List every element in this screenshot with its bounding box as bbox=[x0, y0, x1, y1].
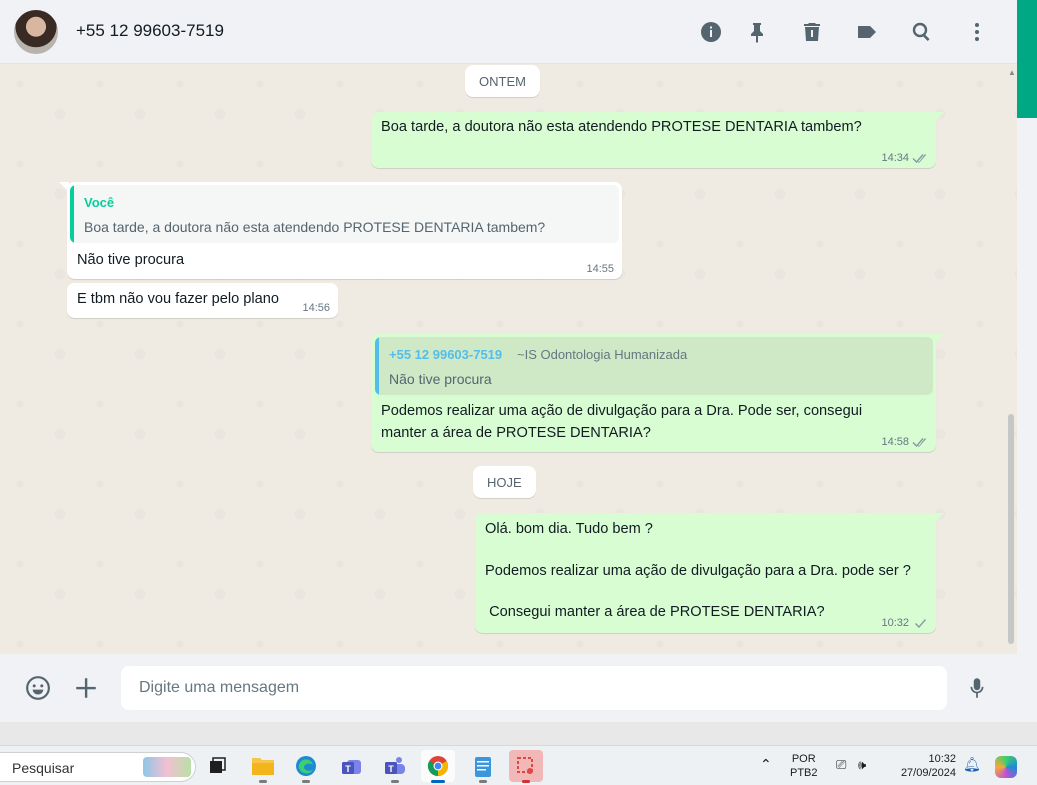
message-text: Olá. bom dia. Tudo bem ? Podemos realiza… bbox=[485, 521, 911, 621]
teams-icon[interactable]: T bbox=[378, 750, 412, 783]
keyboard-layout: PTB2 bbox=[790, 767, 818, 779]
copilot-icon[interactable] bbox=[995, 756, 1017, 778]
plus-icon[interactable] bbox=[70, 672, 102, 704]
network-icon[interactable]: ⎚ bbox=[836, 758, 846, 772]
message-time: 10:32 bbox=[881, 617, 909, 629]
quote-bar bbox=[375, 337, 379, 395]
quoted-message[interactable]: +55 12 99603-7519 ~IS Odontologia Humani… bbox=[375, 337, 933, 395]
message-time: 14:34 bbox=[881, 152, 909, 164]
running-indicator bbox=[302, 780, 310, 783]
single-check-icon bbox=[915, 618, 926, 628]
running-indicator bbox=[391, 780, 399, 783]
svg-text:T: T bbox=[345, 764, 351, 774]
message-meta: 14:34 bbox=[881, 152, 928, 164]
notepad-icon[interactable] bbox=[466, 750, 500, 783]
contact-name[interactable]: +55 12 99603-7519 bbox=[76, 21, 224, 41]
accent-strip bbox=[1017, 0, 1037, 118]
window-side-strip bbox=[1017, 0, 1037, 745]
quote-text: Não tive procura bbox=[389, 371, 492, 387]
svg-text:T: T bbox=[388, 764, 394, 774]
language-code: POR bbox=[791, 753, 816, 765]
scroll-up-arrow[interactable]: ▲ bbox=[1008, 68, 1016, 77]
message-text: Não tive procura bbox=[77, 252, 185, 268]
message-outgoing[interactable]: +55 12 99603-7519 ~IS Odontologia Humani… bbox=[371, 334, 944, 452]
quote-author: +55 12 99603-7519 bbox=[389, 347, 503, 362]
edge-icon[interactable] bbox=[289, 750, 323, 783]
info-icon[interactable] bbox=[695, 16, 727, 48]
message-time: 14:55 bbox=[586, 263, 614, 275]
message-list[interactable]: ▲ ONTEM Boa tarde, a doutora não esta at… bbox=[0, 64, 1017, 654]
quote-text: Boa tarde, a doutora não esta atendendo … bbox=[84, 219, 546, 235]
menu-icon[interactable] bbox=[961, 16, 993, 48]
running-indicator bbox=[479, 780, 487, 783]
message-composer bbox=[0, 654, 1017, 722]
message-input[interactable] bbox=[121, 666, 947, 710]
contact-avatar[interactable] bbox=[14, 10, 58, 54]
running-indicator bbox=[431, 780, 445, 783]
message-text: E tbm não vou fazer pelo plano bbox=[77, 291, 280, 307]
label-icon[interactable] bbox=[851, 16, 883, 48]
message-time: 14:58 bbox=[881, 436, 909, 448]
message-meta: 14:55 bbox=[586, 263, 614, 275]
message-text: Podemos realizar uma ação de divulgação … bbox=[381, 403, 863, 441]
taskbar-search-label: Pesquisar bbox=[12, 760, 75, 776]
quote-bar bbox=[70, 185, 74, 243]
teams-work-icon[interactable]: T bbox=[335, 750, 369, 782]
windows-taskbar: Pesquisar T T ⌃ POR PTB2 ⎚ 🕪 10:32 27/09… bbox=[0, 745, 1037, 785]
double-check-icon bbox=[912, 153, 926, 163]
running-indicator bbox=[522, 780, 530, 783]
running-indicator bbox=[259, 780, 267, 783]
emoji-icon[interactable] bbox=[22, 672, 54, 704]
date-divider: ONTEM bbox=[465, 65, 540, 97]
quote-author-group: ~IS Odontologia Humanizada bbox=[517, 347, 688, 362]
trash-icon[interactable] bbox=[796, 16, 828, 48]
mic-icon[interactable] bbox=[961, 672, 993, 704]
language-indicator[interactable]: POR PTB2 bbox=[790, 752, 818, 780]
search-icon[interactable] bbox=[906, 16, 938, 48]
file-explorer-icon[interactable] bbox=[246, 750, 280, 783]
message-meta: 14:58 bbox=[881, 436, 928, 448]
tray-chevron-icon[interactable]: ⌃ bbox=[760, 757, 772, 771]
chrome-icon[interactable] bbox=[421, 750, 455, 783]
quote-author: Você bbox=[84, 195, 115, 210]
search-highlight-icon bbox=[143, 757, 191, 777]
message-meta: 10:32 bbox=[881, 617, 928, 629]
message-incoming[interactable]: Você Boa tarde, a doutora não esta atend… bbox=[59, 182, 622, 279]
volume-icon[interactable]: 🕪 bbox=[858, 758, 866, 772]
pin-icon[interactable] bbox=[741, 16, 773, 48]
message-outgoing[interactable]: Olá. bom dia. Tudo bem ? Podemos realiza… bbox=[475, 513, 944, 633]
message-text: Boa tarde, a doutora não esta atendendo … bbox=[381, 119, 862, 135]
browser-bottom-edge bbox=[0, 722, 1037, 745]
date-divider: HOJE bbox=[473, 466, 536, 498]
quoted-message[interactable]: Você Boa tarde, a doutora não esta atend… bbox=[70, 185, 619, 243]
chat-scrollbar[interactable] bbox=[1008, 414, 1014, 644]
message-time: 14:56 bbox=[302, 302, 330, 314]
task-view-icon[interactable] bbox=[200, 750, 234, 782]
clock-date: 27/09/2024 bbox=[900, 767, 956, 779]
snipping-tool-icon[interactable] bbox=[509, 750, 543, 783]
clock[interactable]: 10:32 27/09/2024 bbox=[890, 752, 956, 780]
chat-header: +55 12 99603-7519 bbox=[0, 0, 1017, 64]
message-incoming[interactable]: E tbm não vou fazer pelo plano 14:56 bbox=[67, 283, 338, 318]
notification-bell-icon[interactable]: 🔔︎ bbox=[963, 757, 981, 771]
message-outgoing[interactable]: Boa tarde, a doutora não esta atendendo … bbox=[371, 112, 944, 168]
message-meta: 14:56 bbox=[302, 302, 330, 314]
clock-time: 10:32 bbox=[928, 753, 956, 765]
taskbar-search[interactable]: Pesquisar bbox=[0, 752, 196, 782]
double-check-icon bbox=[912, 437, 926, 447]
